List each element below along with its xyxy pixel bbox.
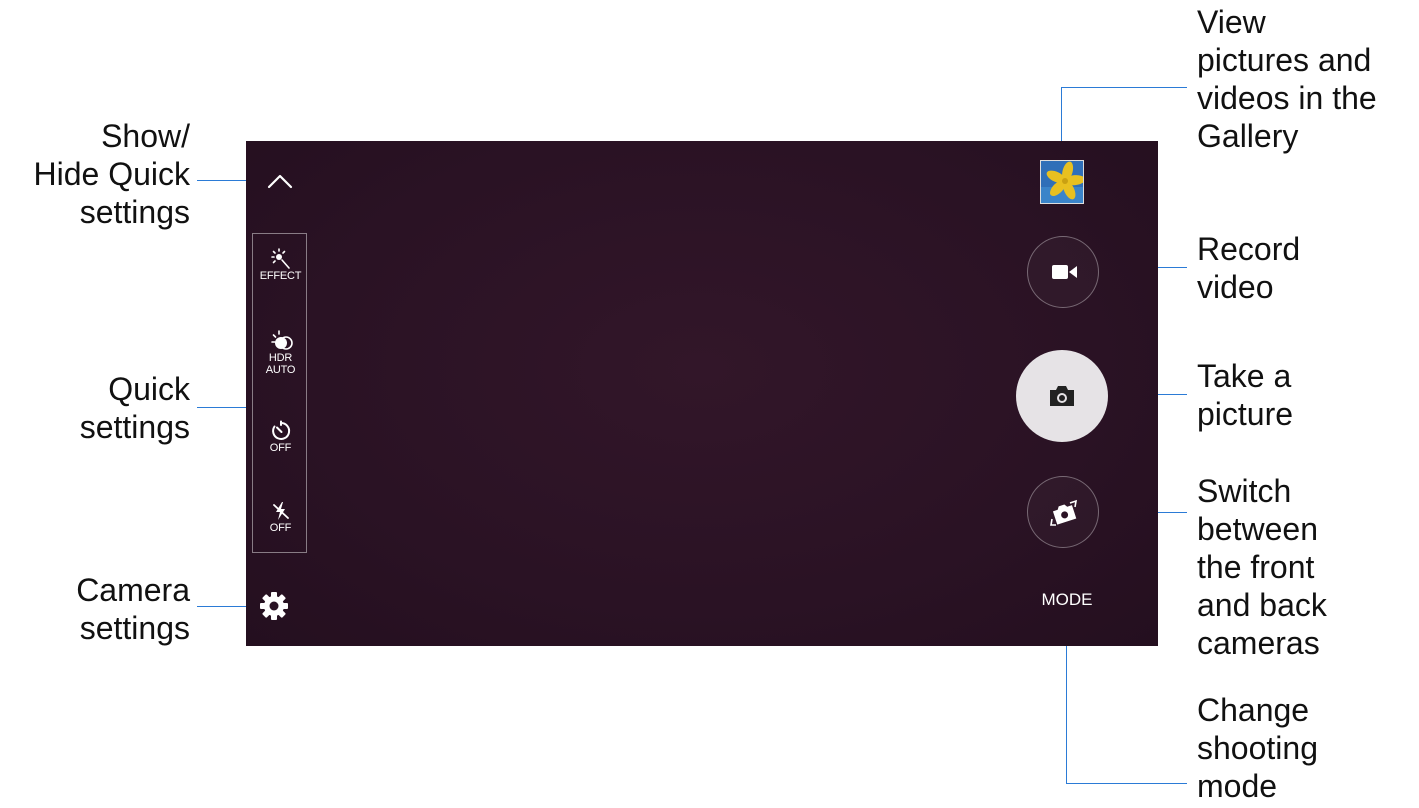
gear-icon[interactable] bbox=[259, 591, 289, 621]
flash-off-icon bbox=[253, 500, 308, 522]
callout-line bbox=[1061, 87, 1187, 88]
quick-setting-flash[interactable]: OFF bbox=[253, 500, 308, 534]
callout-text: Switch bbox=[1197, 473, 1292, 509]
callout-text: picture bbox=[1197, 396, 1294, 432]
take-picture-button[interactable] bbox=[1016, 350, 1108, 442]
callout-text: settings bbox=[79, 409, 190, 445]
callout-camera-settings: Camera settings bbox=[76, 571, 190, 647]
quick-setting-effect[interactable]: EFFECT bbox=[253, 248, 308, 282]
callout-text: the front bbox=[1197, 549, 1315, 585]
callout-line bbox=[1066, 783, 1187, 784]
callout-text: between bbox=[1197, 511, 1318, 547]
callout-text: Record bbox=[1197, 231, 1301, 267]
callout-text: and back bbox=[1197, 587, 1327, 623]
timer-icon bbox=[253, 420, 308, 442]
callout-text: video bbox=[1197, 269, 1274, 305]
callout-switch-cameras: Switch between the front and back camera… bbox=[1197, 472, 1327, 662]
switch-camera-button[interactable] bbox=[1027, 476, 1099, 548]
gallery-preview-image bbox=[1041, 161, 1083, 203]
callout-gallery: View pictures and videos in the Gallery bbox=[1197, 3, 1377, 155]
callout-line bbox=[197, 407, 253, 408]
video-camera-icon bbox=[1052, 263, 1078, 286]
callout-text: Change bbox=[1197, 692, 1310, 728]
quick-setting-timer[interactable]: OFF bbox=[253, 420, 308, 454]
callout-text: mode bbox=[1197, 768, 1278, 804]
quick-setting-label: OFF bbox=[269, 442, 292, 454]
quick-setting-hdr[interactable]: HDR AUTO bbox=[253, 330, 308, 376]
quick-setting-label: HDR AUTO bbox=[265, 352, 296, 376]
callout-text: settings bbox=[79, 194, 190, 230]
quick-setting-label: EFFECT bbox=[259, 270, 302, 282]
callout-text: shooting bbox=[1197, 730, 1318, 766]
hdr-icon bbox=[253, 330, 308, 352]
record-video-button[interactable] bbox=[1027, 236, 1099, 308]
callout-quick-settings: Quick settings bbox=[80, 370, 190, 446]
callout-text: Show/ bbox=[101, 118, 190, 154]
callout-take-picture: Take a picture bbox=[1197, 357, 1293, 433]
callout-show-hide-quick-settings: Show/ Hide Quick settings bbox=[34, 117, 191, 231]
chevron-up-icon[interactable] bbox=[266, 167, 294, 195]
callout-text: settings bbox=[79, 610, 190, 646]
callout-text: View bbox=[1197, 4, 1266, 40]
callout-text: Take a bbox=[1197, 358, 1292, 394]
quick-settings-panel: EFFECT HDR AUTO OFF OFF bbox=[252, 233, 307, 553]
camera-viewfinder[interactable]: EFFECT HDR AUTO OFF OFF MODE bbox=[246, 141, 1158, 646]
callout-text: Camera bbox=[76, 572, 190, 608]
mode-button[interactable]: MODE bbox=[1030, 590, 1104, 610]
gallery-thumbnail[interactable] bbox=[1040, 160, 1084, 204]
callout-change-mode: Change shooting mode bbox=[1197, 691, 1318, 805]
quick-setting-label: OFF bbox=[269, 522, 292, 534]
camera-icon bbox=[1048, 384, 1076, 413]
callout-text: Gallery bbox=[1197, 118, 1299, 154]
callout-text: videos in the bbox=[1197, 80, 1377, 116]
switch-camera-icon bbox=[1048, 497, 1080, 534]
effect-icon bbox=[253, 248, 308, 270]
callout-text: pictures and bbox=[1197, 42, 1372, 78]
callout-text: Hide Quick bbox=[33, 156, 191, 192]
callout-record-video: Record video bbox=[1197, 230, 1300, 306]
callout-text: Quick bbox=[108, 371, 190, 407]
callout-text: cameras bbox=[1197, 625, 1320, 661]
